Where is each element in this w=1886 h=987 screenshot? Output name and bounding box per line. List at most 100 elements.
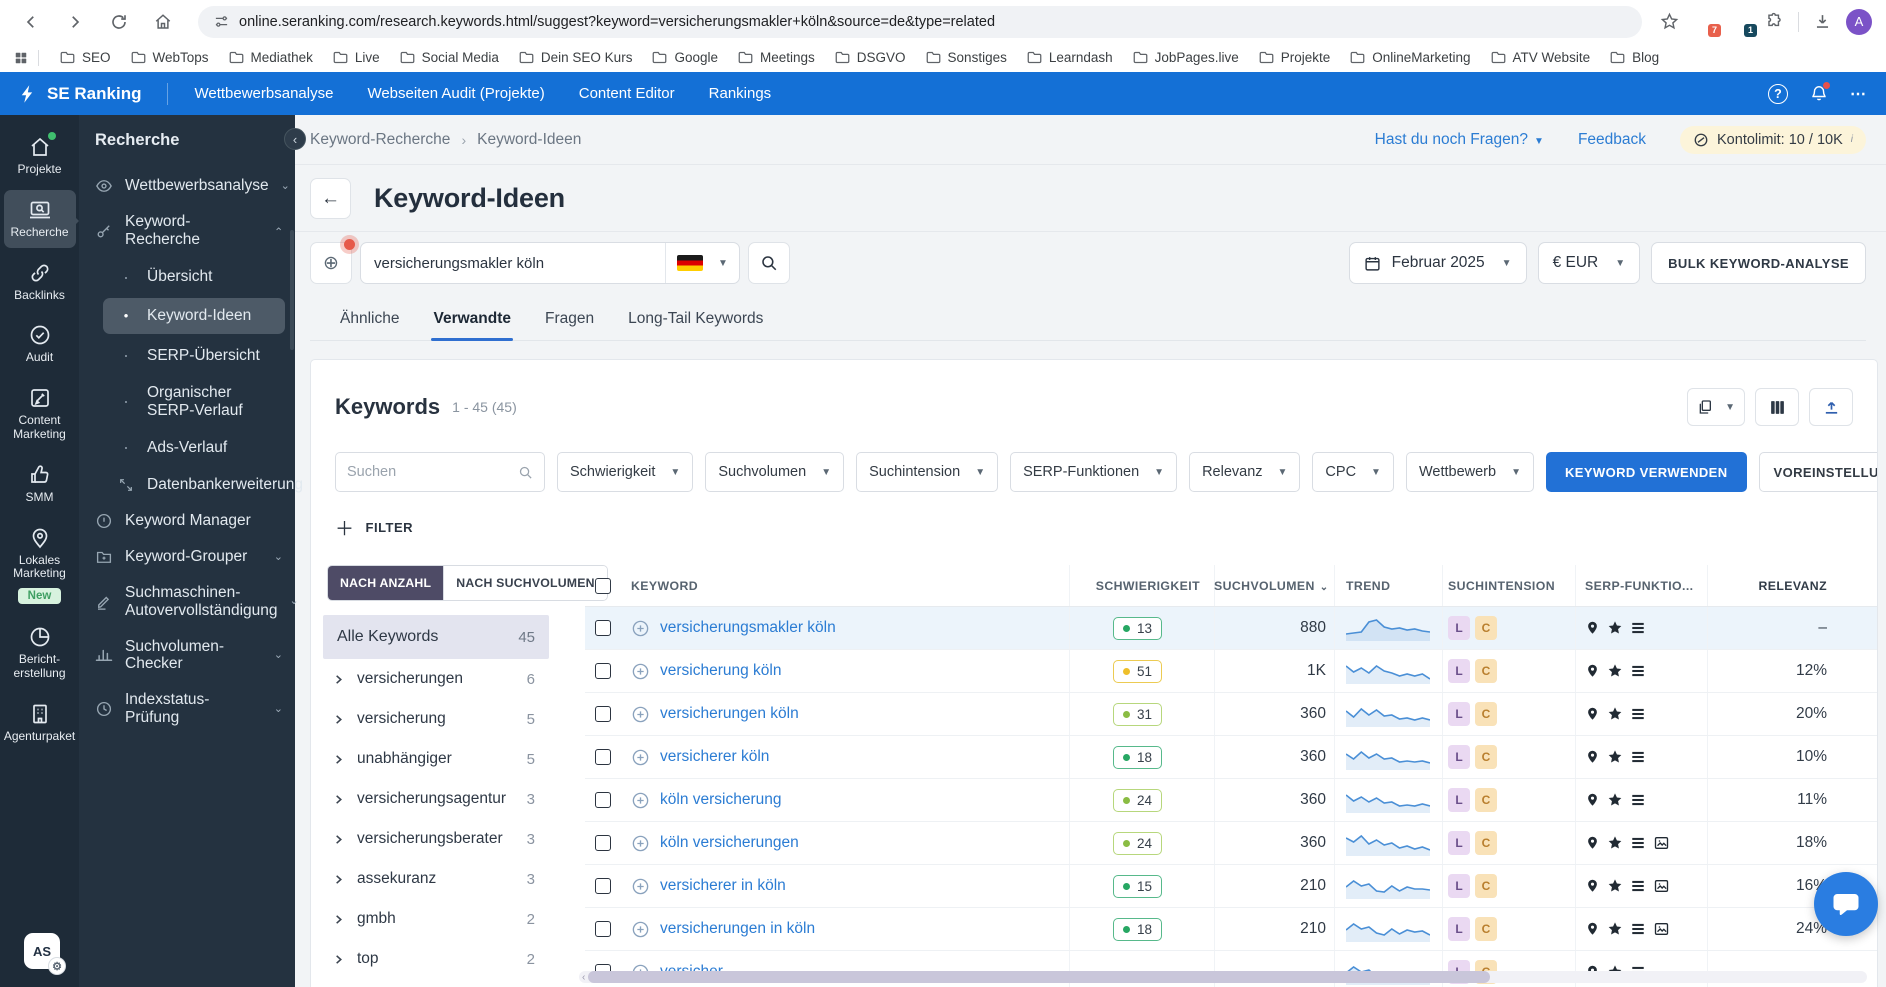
row-checkbox[interactable]: [595, 792, 611, 808]
bookmark-star-icon[interactable]: [1660, 12, 1679, 31]
sidebar-item[interactable]: Recherche: [3, 189, 79, 248]
select-all-checkbox[interactable]: [595, 577, 611, 594]
table-search-input[interactable]: [347, 464, 510, 480]
tab[interactable]: Ähnliche: [338, 302, 401, 340]
chevron-right-icon[interactable]: [333, 914, 344, 925]
feedback-link[interactable]: Feedback: [1578, 131, 1646, 149]
topnav-item[interactable]: Wettbewerbsanalyse: [194, 85, 333, 102]
sort-by-volume-button[interactable]: NACH SUCHVOLUMEN: [443, 566, 607, 600]
columns-button[interactable]: [1755, 388, 1799, 426]
date-select[interactable]: Februar 2025 ▼: [1348, 242, 1527, 284]
bookmark-item[interactable]: Live: [324, 47, 389, 68]
currency-select[interactable]: € EUR ▼: [1537, 242, 1641, 284]
notifications-bell-icon[interactable]: [1810, 82, 1830, 103]
row-checkbox[interactable]: [595, 921, 611, 937]
group-all-keywords[interactable]: Alle Keywords 45: [323, 615, 549, 659]
extensions-puzzle-icon[interactable]: [1765, 12, 1784, 31]
bookmark-item[interactable]: SEO: [51, 47, 120, 68]
chevron-right-icon[interactable]: [333, 794, 344, 805]
filter-dropdown[interactable]: Schwierigkeit ▼: [557, 452, 694, 492]
row-checkbox[interactable]: [595, 749, 611, 765]
bulk-analysis-button[interactable]: BULK KEYWORD-ANALYSE: [1651, 242, 1866, 284]
bookmark-item[interactable]: Dein SEO Kurs: [510, 47, 642, 68]
keyword-link[interactable]: versicherer in köln: [660, 877, 786, 895]
add-filter-button[interactable]: ＋ FILTER: [335, 514, 1877, 541]
table-search[interactable]: [335, 452, 545, 492]
sidebar-item[interactable]: Projekte: [4, 127, 76, 185]
use-keyword-button[interactable]: KEYWORD VERWENDEN: [1545, 452, 1747, 492]
tab[interactable]: Verwandte: [431, 302, 513, 341]
bookmark-item[interactable]: Projekte: [1250, 47, 1340, 68]
submenu-item[interactable]: Keyword-Ideen ⌄: [103, 298, 285, 335]
extension-2-icon[interactable]: 1: [1729, 11, 1757, 37]
keyword-link[interactable]: versicherungsmakler köln: [660, 619, 836, 637]
bookmark-item[interactable]: Learndash: [1018, 47, 1122, 68]
submenu-scrollbar[interactable]: [290, 230, 294, 350]
search-button[interactable]: [748, 242, 790, 284]
tab[interactable]: Long-Tail Keywords: [626, 302, 765, 340]
browser-forward-icon[interactable]: [58, 5, 92, 39]
extension-1-icon[interactable]: 7: [1693, 11, 1721, 37]
keyword-link[interactable]: versicherungen köln: [660, 705, 799, 723]
header-difficulty[interactable]: SCHWIERIGKEIT: [1069, 579, 1214, 593]
filter-dropdown[interactable]: SERP-Funktionen ▼: [1010, 452, 1178, 492]
bookmark-item[interactable]: JobPages.live: [1124, 47, 1248, 68]
chevron-right-icon[interactable]: [333, 674, 344, 685]
add-keyword-button[interactable]: ⊕: [310, 239, 355, 284]
add-to-list-icon[interactable]: [631, 877, 650, 896]
bookmark-item[interactable]: ATV Website: [1482, 47, 1600, 68]
scroll-left-icon[interactable]: ‹: [579, 972, 588, 983]
collapse-panel-icon[interactable]: ‹: [284, 128, 306, 150]
back-button[interactable]: ←: [310, 178, 351, 219]
apps-grid-icon[interactable]: [14, 51, 28, 65]
browser-home-icon[interactable]: [146, 5, 180, 39]
row-checkbox[interactable]: [595, 663, 611, 679]
header-relevance[interactable]: RELEVANZ: [1707, 579, 1877, 593]
topnav-item[interactable]: Content Editor: [579, 85, 675, 102]
add-to-list-icon[interactable]: [631, 920, 650, 939]
bookmark-item[interactable]: DSGVO: [826, 47, 915, 68]
horizontal-scrollbar[interactable]: ‹: [579, 971, 1867, 983]
keyword-input[interactable]: [361, 254, 665, 272]
sort-by-count-button[interactable]: NACH ANZAHL: [328, 566, 444, 600]
presets-button[interactable]: VOREINSTELLUNGEN▼: [1758, 452, 1877, 492]
sidebar-item[interactable]: Backlinks: [4, 253, 76, 311]
download-icon[interactable]: [1813, 12, 1832, 31]
bookmark-item[interactable]: Social Media: [391, 47, 508, 68]
header-intent[interactable]: SUCHINTENSION: [1442, 579, 1575, 593]
bookmark-item[interactable]: Mediathek: [220, 47, 322, 68]
sidebar-item[interactable]: Content Marketing: [4, 378, 76, 450]
bookmark-item[interactable]: Meetings: [729, 47, 824, 68]
sidebar-item[interactable]: SMM: [4, 455, 76, 513]
sidebar-item[interactable]: Bericht-erstellung: [4, 617, 76, 689]
settings-gear-icon[interactable]: ⚙: [49, 958, 65, 974]
header-keyword[interactable]: KEYWORD: [631, 579, 1069, 593]
browser-back-icon[interactable]: [14, 5, 48, 39]
submenu-item[interactable]: Keyword Manager ⌄: [79, 503, 295, 539]
sidebar-item[interactable]: Lokales Marketing New: [4, 518, 76, 613]
bookmark-item[interactable]: Blog: [1601, 47, 1668, 68]
filter-dropdown[interactable]: CPC ▼: [1312, 452, 1394, 492]
chevron-right-icon[interactable]: [333, 714, 344, 725]
row-checkbox[interactable]: [595, 835, 611, 851]
faq-link[interactable]: Hast du noch Fragen? ▼: [1375, 131, 1544, 149]
sidebar-item[interactable]: Audit: [4, 315, 76, 373]
keyword-link[interactable]: köln versicherung: [660, 791, 781, 809]
add-to-list-icon[interactable]: [631, 791, 650, 810]
submenu-item[interactable]: Suchvolumen-Checker ⌄: [79, 629, 295, 683]
site-settings-icon[interactable]: [214, 14, 229, 29]
topnav-item[interactable]: Webseiten Audit (Projekte): [367, 85, 544, 102]
header-volume[interactable]: SUCHVOLUMEN ⌄: [1214, 579, 1334, 593]
chat-widget-button[interactable]: [1814, 872, 1878, 936]
group-row[interactable]: versicherungsagentur 3: [323, 779, 549, 819]
chevron-right-icon[interactable]: [333, 874, 344, 885]
add-to-list-icon[interactable]: [631, 619, 650, 638]
keyword-link[interactable]: versicherung köln: [660, 662, 781, 680]
submenu-item[interactable]: Ads-Verlauf ⌄: [79, 428, 295, 467]
scrollbar-thumb[interactable]: [588, 971, 1490, 983]
add-to-list-icon[interactable]: [631, 834, 650, 853]
filter-dropdown[interactable]: Suchvolumen ▼: [705, 452, 845, 492]
topnav-item[interactable]: Rankings: [709, 85, 772, 102]
header-trend[interactable]: TREND: [1334, 579, 1442, 593]
group-row[interactable]: unabhängiger 5: [323, 739, 549, 779]
